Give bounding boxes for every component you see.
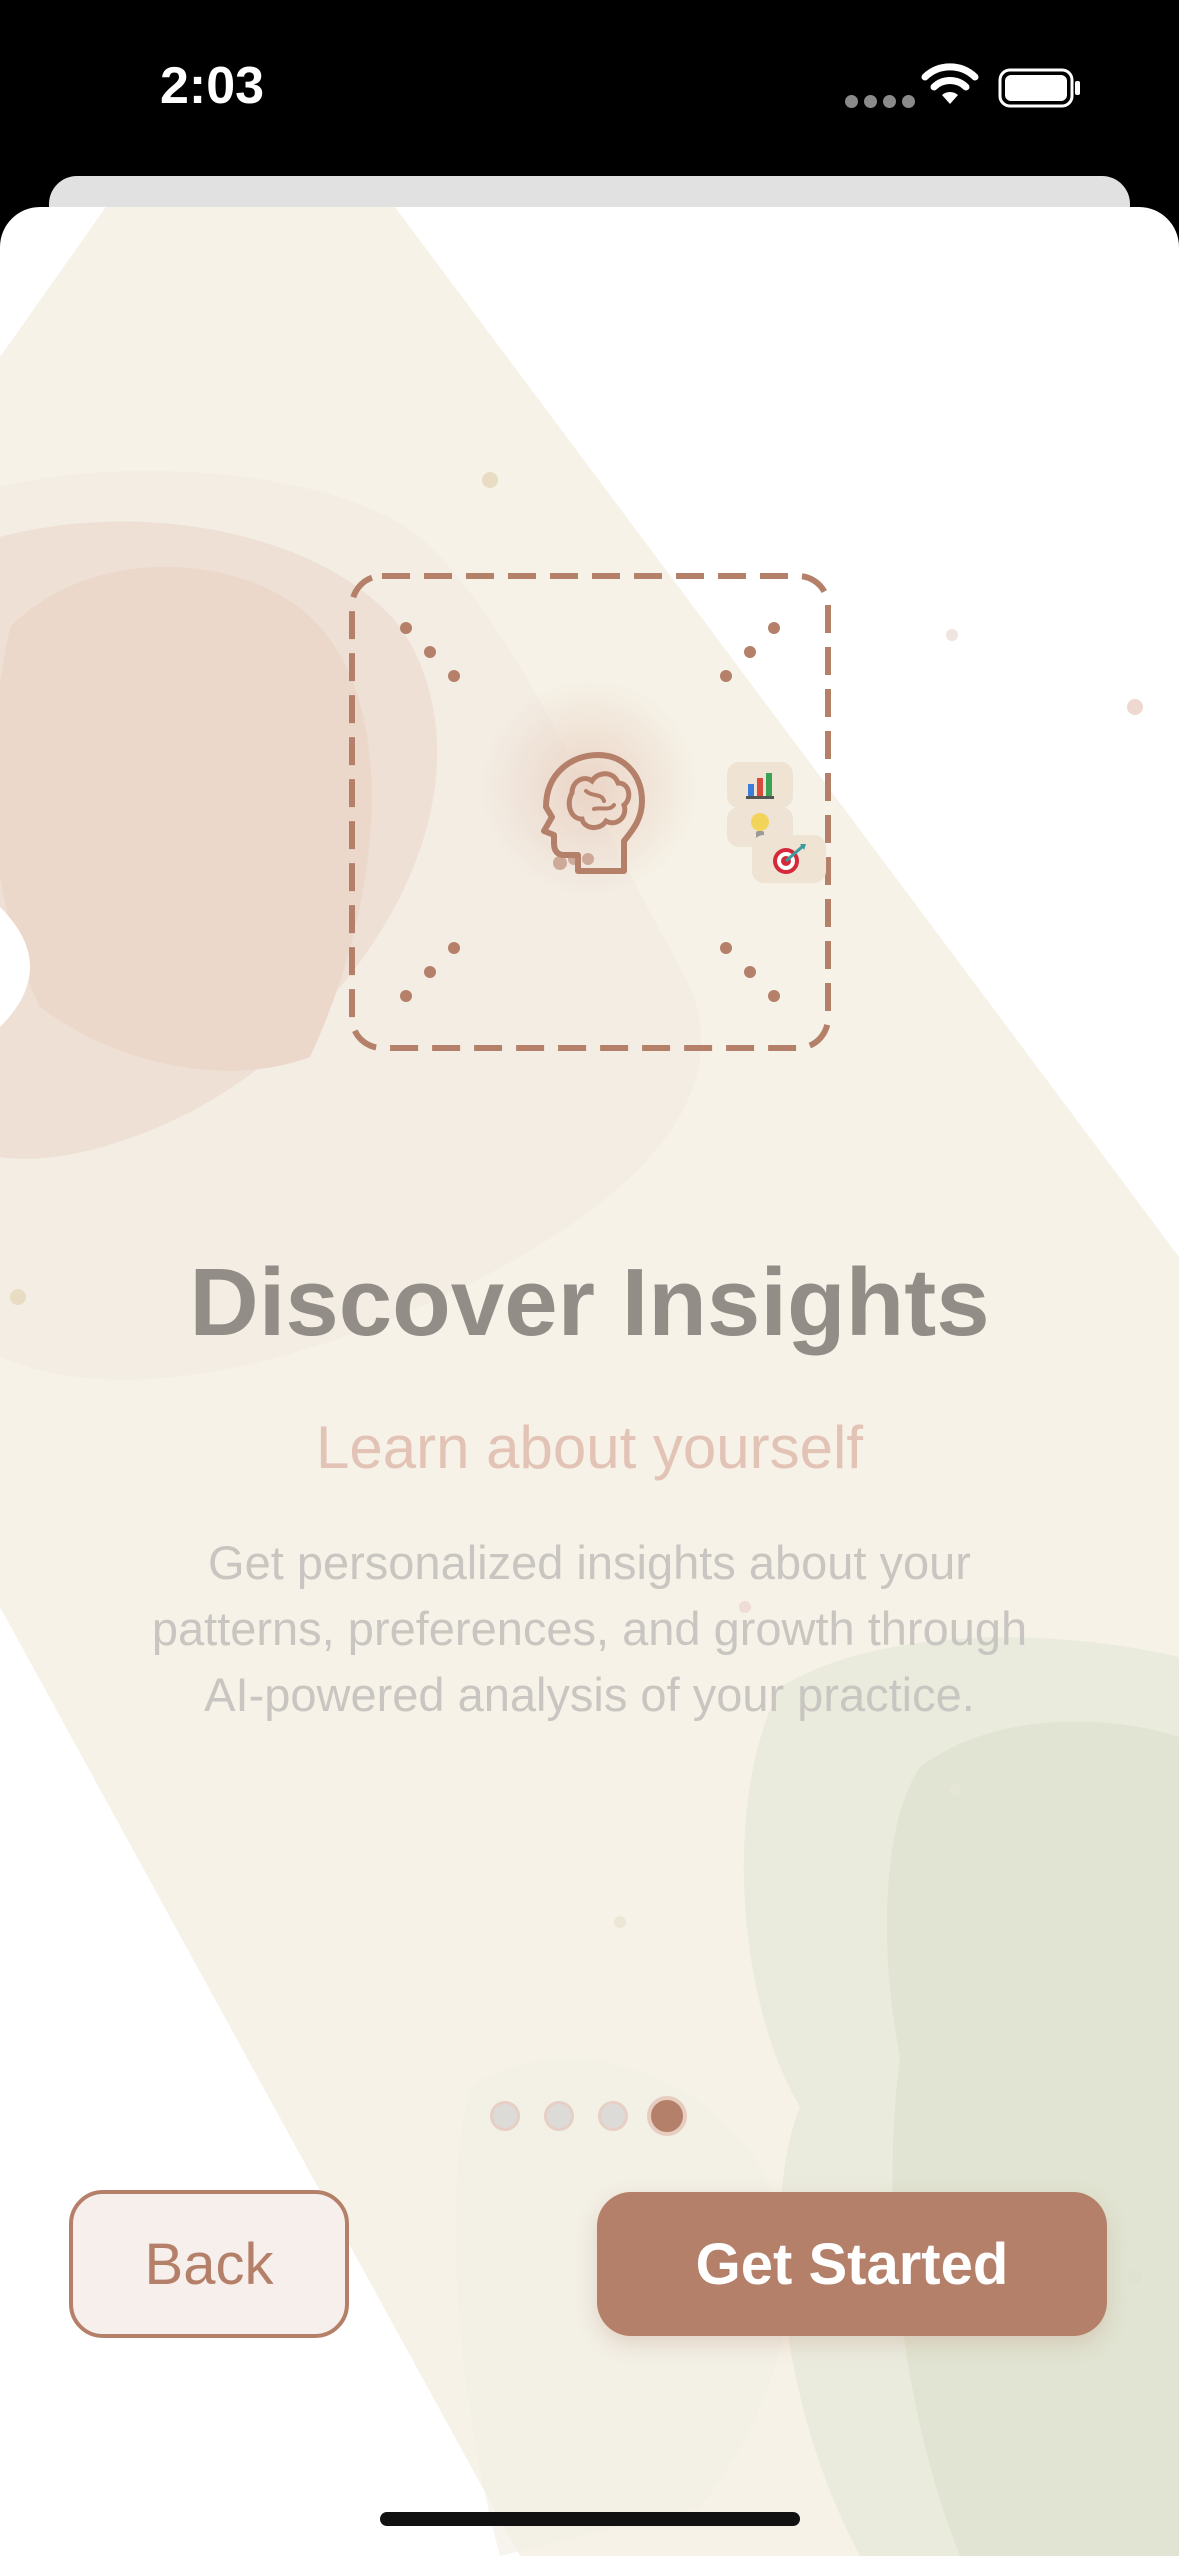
page-dot[interactable] — [490, 2101, 520, 2131]
target-chip — [752, 835, 826, 883]
page-subtitle: Learn about yourself — [315, 1414, 864, 1481]
target-icon — [773, 844, 806, 874]
status-time: 2:03 — [160, 57, 265, 115]
wifi-icon — [921, 63, 979, 104]
page-description: Get personalized insights about your pat… — [151, 1536, 1028, 1721]
get-started-button[interactable]: Get Started — [597, 2192, 1107, 2336]
page-dot-active[interactable] — [647, 2096, 687, 2136]
bar-chart-chip — [727, 762, 793, 808]
page-dot[interactable] — [544, 2101, 574, 2131]
home-indicator[interactable] — [380, 2512, 800, 2526]
brain-icon — [541, 752, 645, 874]
status-bar: 2:03 — [0, 0, 1179, 180]
back-button[interactable]: Back — [69, 2190, 349, 2338]
page-dot[interactable] — [598, 2101, 628, 2131]
bar-chart-icon — [746, 773, 774, 799]
battery-icon — [998, 68, 1080, 108]
page-title: Discover Insights — [189, 1249, 990, 1356]
